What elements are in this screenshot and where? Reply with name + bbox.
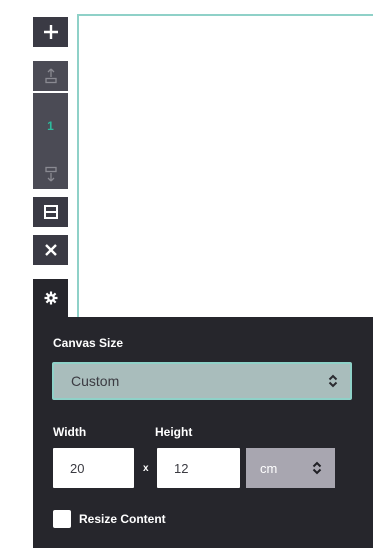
plus-icon bbox=[43, 25, 58, 39]
canvas-size-title: Canvas Size bbox=[53, 336, 124, 350]
width-label: Width bbox=[53, 425, 87, 439]
resize-content-label: Resize Content bbox=[79, 512, 166, 526]
layout-icon bbox=[43, 205, 58, 219]
page-number: 1 bbox=[47, 119, 54, 133]
unit-select[interactable]: cm bbox=[246, 448, 335, 488]
gear-icon bbox=[44, 291, 57, 305]
move-up-icon bbox=[44, 68, 57, 84]
canvas-size-select[interactable]: Custom bbox=[52, 362, 352, 400]
times-symbol: x bbox=[143, 463, 149, 474]
close-icon bbox=[44, 244, 57, 256]
canvas-size-value: Custom bbox=[71, 373, 120, 389]
page-number-button[interactable]: 1 bbox=[33, 93, 68, 159]
delete-page-button[interactable] bbox=[33, 235, 68, 265]
page-layout-button[interactable] bbox=[33, 197, 68, 227]
height-label: Height bbox=[155, 425, 193, 439]
unit-value: cm bbox=[260, 460, 278, 476]
resize-content-checkbox[interactable] bbox=[53, 510, 71, 528]
canvas-area[interactable] bbox=[77, 14, 373, 320]
height-input[interactable]: 12 bbox=[157, 448, 240, 488]
width-input[interactable]: 20 bbox=[53, 448, 134, 488]
move-page-up-button[interactable] bbox=[33, 61, 68, 91]
chevron-updown-icon bbox=[328, 374, 338, 388]
move-down-icon bbox=[44, 166, 57, 181]
settings-button[interactable] bbox=[33, 279, 68, 317]
chevron-updown-icon bbox=[312, 461, 322, 475]
add-page-button[interactable] bbox=[33, 17, 68, 47]
canvas-settings-panel: Canvas Size Custom Width Height 20 x 12 … bbox=[33, 317, 373, 548]
move-page-down-button[interactable] bbox=[33, 158, 68, 189]
